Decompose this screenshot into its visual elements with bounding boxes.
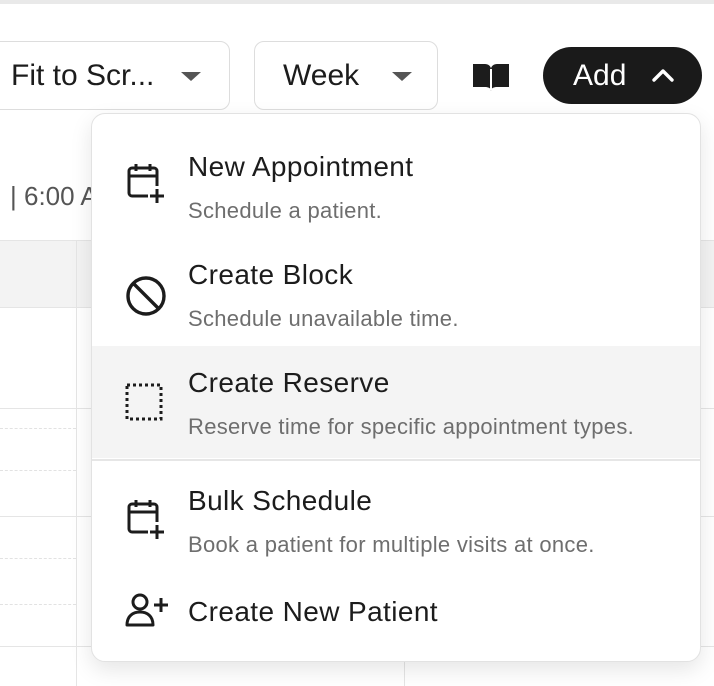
add-button-label: Add — [573, 58, 627, 92]
caret-down-icon — [181, 72, 201, 81]
calendar-dashed-line — [0, 604, 76, 605]
menu-item-title: Bulk Schedule — [188, 485, 373, 516]
menu-item-description: Schedule unavailable time. — [188, 306, 459, 331]
menu-item-new-appointment[interactable]: New Appointment Schedule a patient. — [92, 114, 700, 223]
calendar-dashed-line — [0, 428, 76, 429]
user-plus-icon — [124, 592, 170, 633]
calendar-plus-icon — [124, 162, 168, 209]
menu-item-create-block[interactable]: Create Block Schedule unavailable time. — [92, 242, 700, 350]
zoom-select-value: Fit to Scr... — [11, 58, 155, 92]
calendar-dashed-line — [0, 558, 76, 559]
book-icon[interactable] — [470, 60, 512, 94]
menu-item-bulk-schedule[interactable]: Bulk Schedule Book a patient for multipl… — [92, 464, 700, 572]
view-select-value: Week — [283, 58, 360, 92]
calendar-plus-icon — [124, 498, 168, 545]
calendar-dashed-line — [0, 470, 76, 471]
menu-item-title: Create New Patient — [188, 596, 438, 627]
menu-item-description: Schedule a patient. — [188, 198, 383, 223]
menu-item-create-new-patient[interactable]: Create New Patient — [92, 576, 700, 652]
caret-down-icon — [392, 72, 412, 81]
menu-item-title: New Appointment — [188, 151, 414, 182]
top-border — [0, 0, 714, 4]
chevron-up-icon — [652, 69, 674, 82]
menu-divider — [92, 459, 700, 461]
menu-item-description: Book a patient for multiple visits at on… — [188, 532, 595, 557]
dotted-square-icon — [124, 382, 164, 427]
view-select[interactable]: Week — [254, 41, 438, 110]
prohibited-icon — [124, 274, 168, 323]
menu-item-title: Create Reserve — [188, 367, 390, 398]
menu-item-create-reserve[interactable]: Create Reserve Reserve time for specific… — [92, 346, 700, 458]
add-button[interactable]: Add — [543, 47, 702, 104]
calendar-column-line — [76, 240, 77, 686]
menu-item-title: Create Block — [188, 259, 354, 290]
calendar-time-label: | 6:00 A — [10, 181, 98, 211]
zoom-select[interactable]: Fit to Scr... — [0, 41, 230, 110]
add-dropdown-menu: New Appointment Schedule a patient. Crea… — [91, 113, 701, 662]
menu-item-description: Reserve time for specific appointment ty… — [188, 414, 635, 439]
